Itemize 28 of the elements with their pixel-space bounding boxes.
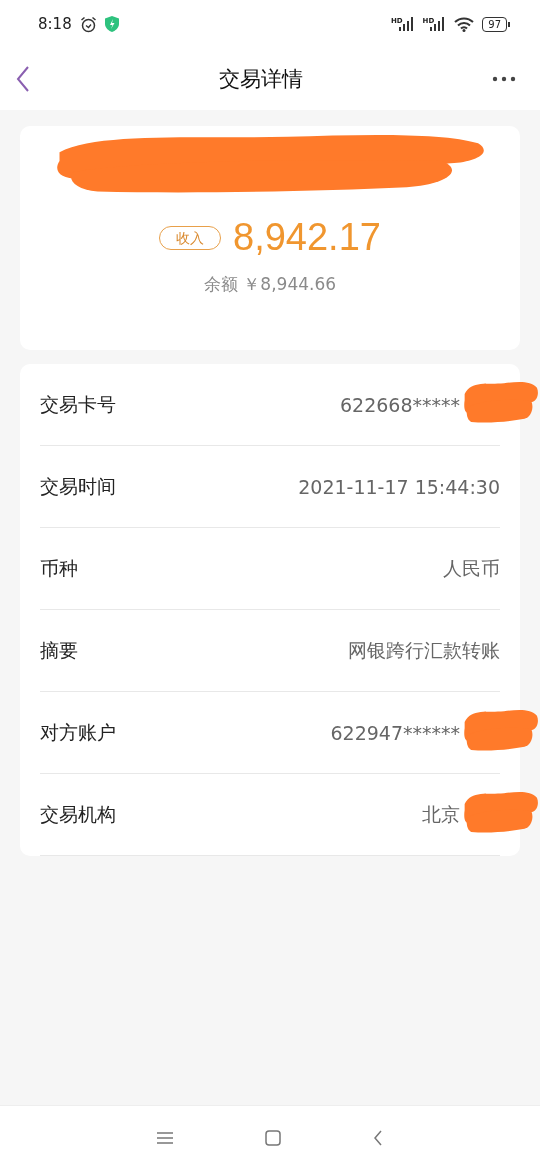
field-label: 币种	[40, 555, 79, 581]
field-label: 交易卡号	[40, 391, 117, 417]
field-value: 北京	[422, 801, 460, 827]
field-label: 摘要	[40, 637, 79, 663]
back-button[interactable]	[373, 1130, 383, 1146]
field-label: 交易时间	[40, 473, 117, 499]
field-value: 2021-11-17 15:44:30	[298, 475, 500, 498]
field-label: 交易机构	[40, 801, 117, 827]
field-value: 622947******	[330, 721, 460, 744]
menu-button[interactable]	[157, 1132, 173, 1144]
back-icon	[16, 66, 30, 92]
amount: 8,942.17	[233, 216, 381, 259]
wifi-icon	[454, 16, 475, 32]
menu-icon	[157, 1132, 173, 1144]
field-value: 网银跨行汇款转账	[348, 637, 500, 663]
home-button[interactable]	[265, 1130, 281, 1146]
shield-icon	[104, 16, 119, 32]
home-icon	[265, 1130, 281, 1146]
field-label: 对方账户	[40, 719, 117, 745]
page-title: 交易详情	[218, 66, 304, 93]
back-icon	[373, 1130, 383, 1146]
field-value: 622668*****	[339, 393, 460, 416]
field-value: 人民币	[443, 555, 500, 581]
more-icon	[492, 76, 516, 82]
alarm-clock-icon	[79, 15, 97, 33]
balance: 余额 ￥8,944.66	[203, 273, 337, 296]
clock-time: 8:18	[38, 15, 72, 33]
battery-icon: 97	[482, 16, 510, 32]
